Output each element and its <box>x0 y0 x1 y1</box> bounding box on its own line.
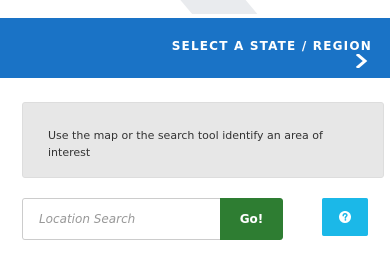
state-region-selector[interactable]: SELECT A STATE / REGION <box>0 18 390 78</box>
location-search-input[interactable] <box>22 198 220 240</box>
help-button[interactable] <box>322 198 368 236</box>
info-panel: Use the map or the search tool identify … <box>22 102 384 178</box>
go-button[interactable]: Go! <box>220 198 283 240</box>
location-search-group: Go! <box>22 198 285 240</box>
page: SELECT A STATE / REGION Use the map or t… <box>0 0 390 272</box>
question-circle-icon <box>339 211 351 223</box>
info-text: Use the map or the search tool identify … <box>48 129 323 159</box>
top-decoration-shape <box>168 0 258 14</box>
state-region-selector-label: SELECT A STATE / REGION <box>171 39 372 53</box>
chevron-right-icon <box>356 54 368 68</box>
top-decoration <box>0 0 390 14</box>
